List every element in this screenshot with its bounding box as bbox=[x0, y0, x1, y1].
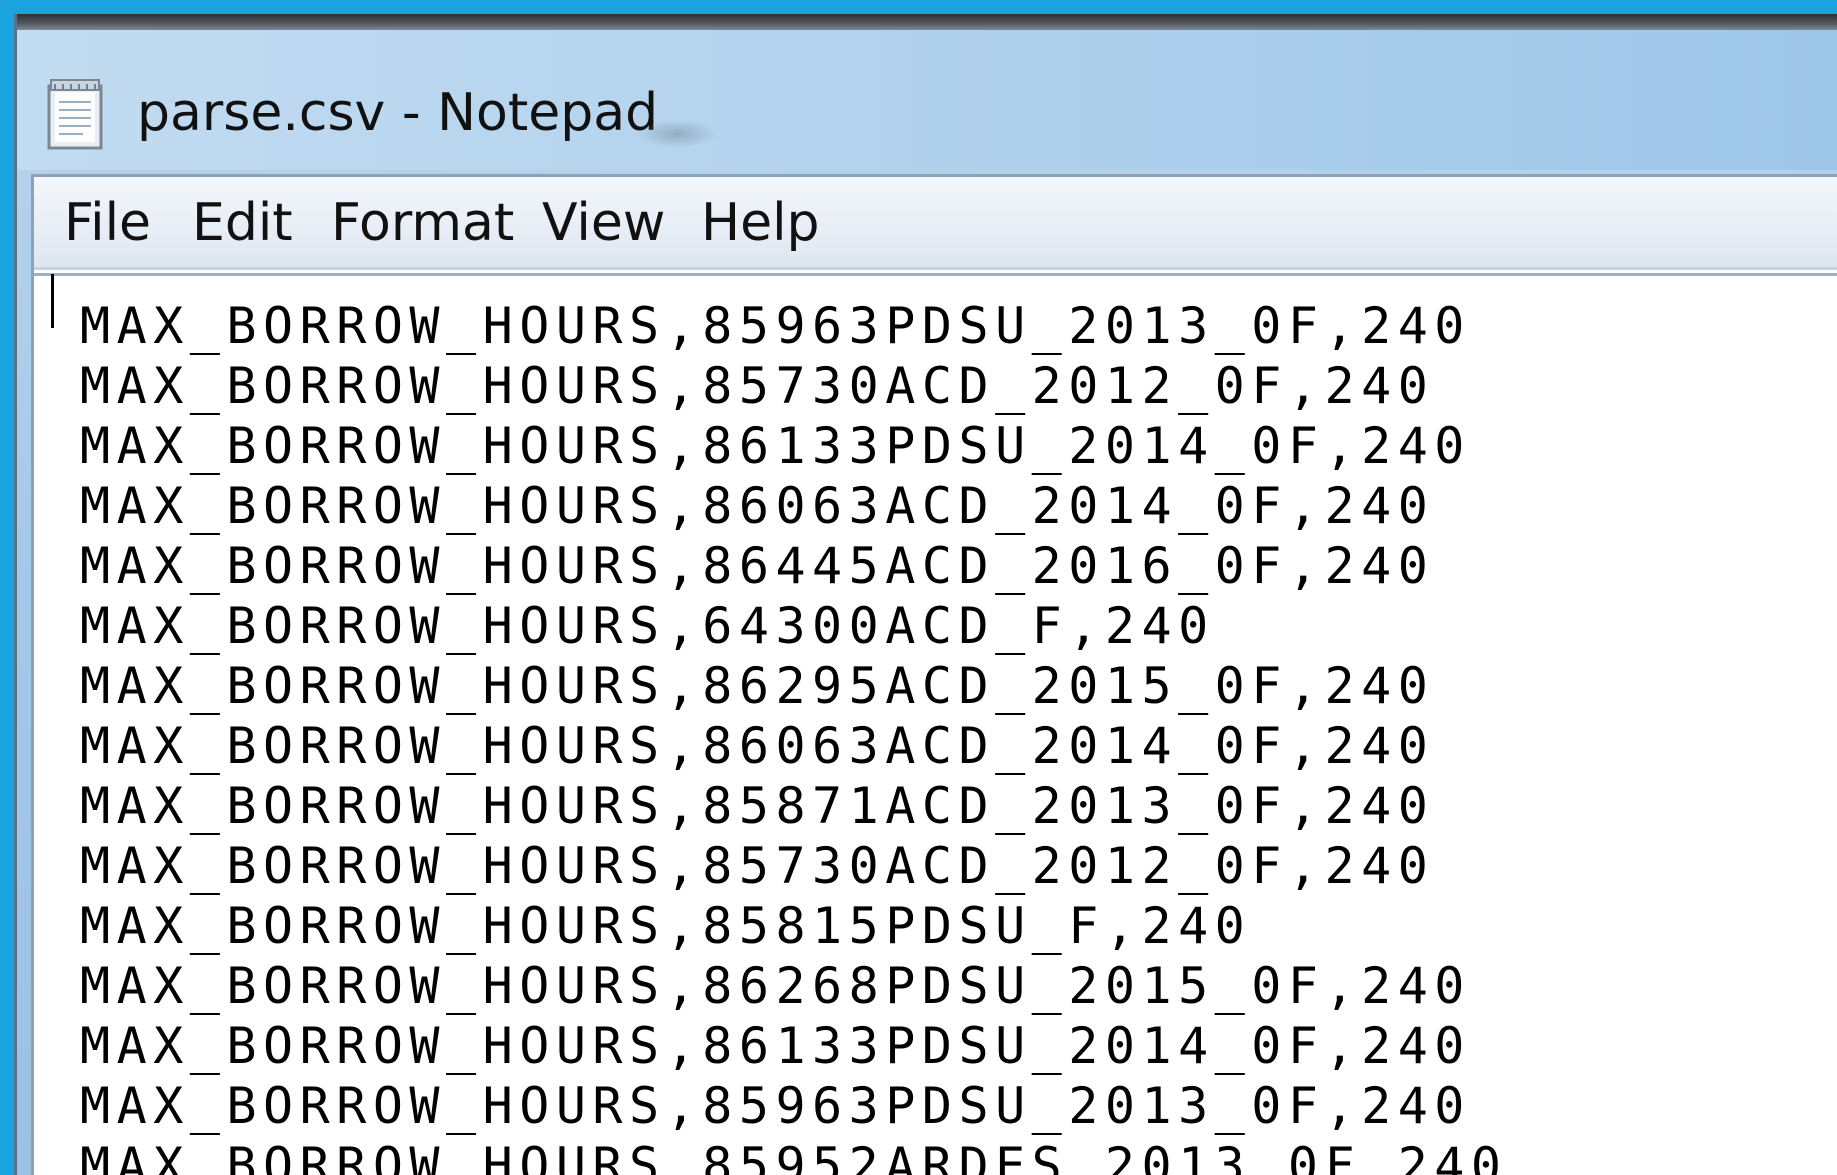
text-line: MAX_BORROW_HOURS,86133PDSU_2014_0F,240 bbox=[80, 417, 1471, 475]
title-bar[interactable]: parse.csv - Notepad bbox=[17, 30, 1837, 170]
text-line: MAX_BORROW_HOURS,86063ACD_2014_0F,240 bbox=[80, 477, 1435, 535]
notepad-window: parse.csv - Notepad File Edit Format Vie… bbox=[14, 14, 1837, 1175]
window-top-edge bbox=[17, 14, 1837, 30]
text-line: MAX_BORROW_HOURS,85730ACD_2012_0F,240 bbox=[80, 357, 1435, 415]
text-line: MAX_BORROW_HOURS,86295ACD_2015_0F,240 bbox=[80, 657, 1435, 715]
menu-edit[interactable]: Edit bbox=[192, 195, 293, 251]
text-caret bbox=[51, 274, 54, 328]
text-line: MAX_BORROW_HOURS,85963PDSU_2013_0F,240 bbox=[80, 1077, 1471, 1135]
notepad-icon bbox=[47, 79, 103, 150]
text-line: MAX_BORROW_HOURS,85963PDSU_2013_0F,240 bbox=[80, 297, 1471, 355]
text-line: MAX_BORROW_HOURS,85871ACD_2013_0F,240 bbox=[80, 777, 1435, 835]
client-area: File Edit Format View Help MAX_BORROW_HO… bbox=[31, 174, 1837, 1175]
menu-view[interactable]: View bbox=[542, 195, 665, 251]
text-line: MAX_BORROW_HOURS,64300ACD_F,240 bbox=[80, 597, 1215, 655]
title-blur bbox=[637, 120, 717, 148]
text-line: MAX_BORROW_HOURS,85815PDSU_F,240 bbox=[80, 897, 1252, 955]
text-line: MAX_BORROW_HOURS,86268PDSU_2015_0F,240 bbox=[80, 957, 1471, 1015]
text-line: MAX_BORROW_HOURS,86445ACD_2016_0F,240 bbox=[80, 537, 1435, 595]
text-line: MAX_BORROW_HOURS,85730ACD_2012_0F,240 bbox=[80, 837, 1435, 895]
text-line: MAX_BORROW_HOURS,86133PDSU_2014_0F,240 bbox=[80, 1017, 1471, 1075]
text-line: MAX_BORROW_HOURS,86063ACD_2014_0F,240 bbox=[80, 717, 1435, 775]
menu-file[interactable]: File bbox=[64, 195, 151, 251]
text-line: MAX_BORROW_HOURS,85952ARDES_2013_0F,240 bbox=[80, 1137, 1508, 1175]
menu-help[interactable]: Help bbox=[701, 195, 820, 251]
text-editor[interactable]: MAX_BORROW_HOURS,85963PDSU_2013_0F,240 M… bbox=[34, 273, 1837, 1175]
menu-bar: File Edit Format View Help bbox=[34, 177, 1837, 270]
menu-format[interactable]: Format bbox=[331, 195, 514, 251]
window-title: parse.csv - Notepad bbox=[137, 83, 659, 143]
